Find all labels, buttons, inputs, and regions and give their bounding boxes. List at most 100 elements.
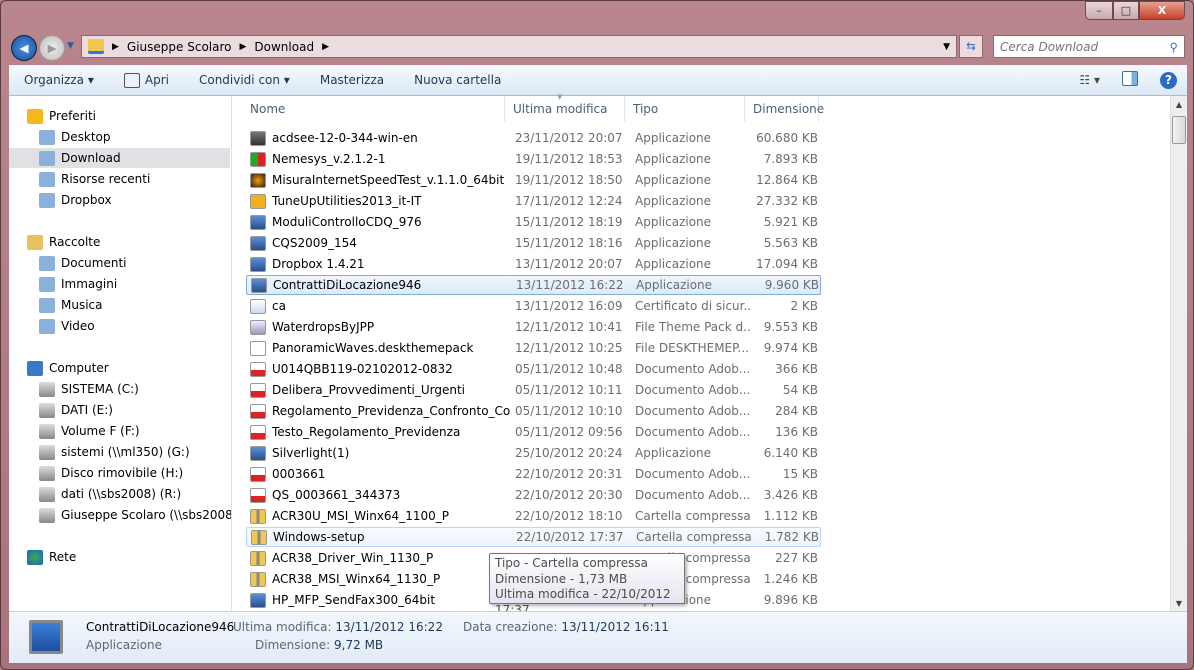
file-name: Delibera_Provvedimenti_Urgenti [272, 383, 466, 397]
file-row[interactable]: PanoramicWaves.deskthemepack 12/11/2012 1… [246, 338, 821, 358]
back-button[interactable]: ◀ [11, 35, 37, 61]
nav-item-risorse-recenti[interactable]: Risorse recenti [9, 169, 230, 189]
item-musica-icon [39, 297, 55, 313]
nav-item-immagini[interactable]: Immagini [9, 274, 230, 294]
maximize-button[interactable]: □ [1113, 1, 1139, 20]
file-row[interactable]: Silverlight(1) 25/10/2012 20:24 Applicazio… [246, 443, 821, 463]
search-box[interactable]: ⚲ [993, 35, 1185, 58]
item-download-icon [39, 150, 55, 166]
nav-item-dati-e[interactable]: DATI (E:) [9, 400, 230, 420]
recent-pages-dropdown[interactable]: ▼ [67, 41, 74, 51]
navigation-pane: Preferiti Desktop Download Risorse recenti D… [9, 96, 232, 611]
forward-button[interactable]: ▶ [39, 35, 65, 61]
file-date: 19/11/2012 18:53 [515, 152, 623, 166]
file-size: 2 KB [790, 299, 818, 313]
nav-favorites[interactable]: Preferiti [9, 106, 230, 126]
forward-arrow-icon: ▶ [47, 41, 57, 55]
file-size: 17.094 KB [756, 257, 818, 271]
file-row[interactable]: ContrattiDiLocazione946 13/11/2012 16:22 A… [246, 275, 821, 295]
organize-button[interactable]: Organizza ▾ [9, 73, 109, 87]
file-name: PanoramicWaves.deskthemepack [272, 341, 474, 355]
nav-item-dropbox[interactable]: Dropbox [9, 190, 230, 210]
file-row[interactable]: Nemesys_v.2.1.2-1 19/11/2012 18:53 Applica… [246, 149, 821, 169]
nav-item-dati-sbs2008-r[interactable]: dati (\\sbs2008) (R:) [9, 484, 230, 504]
nav-item-disco-rimovibile-h[interactable]: Disco rimovibile (H:) [9, 463, 230, 483]
nav-item-giuseppe-scolaro-sbs2008-users[interactable]: Giuseppe Scolaro (\\sbs2008\users) [9, 505, 231, 525]
open-label: Apri [144, 73, 169, 87]
file-name-cell: Silverlight(1) [246, 445, 510, 461]
address-dropdown-icon[interactable]: ▼ [943, 42, 950, 52]
nav-label: Computer [49, 361, 109, 375]
help-button[interactable]: ? [1150, 71, 1187, 89]
nav-label: Disco rimovibile (H:) [61, 466, 184, 480]
file-row[interactable]: Windows-setup 22/10/2012 17:37 Cartella co… [246, 527, 821, 547]
file-name-cell: Testo_Regolamento_Previdenza [246, 424, 510, 440]
file-row[interactable]: MisuraInternetSpeedTest_v.1.1.0_64bit 19/… [246, 170, 821, 190]
nav-item-sistema-c[interactable]: SISTEMA (C:) [9, 379, 230, 399]
search-icon[interactable]: ⚲ [1170, 40, 1178, 54]
nav-item-volume-f-f[interactable]: Volume F (F:) [9, 421, 230, 441]
scroll-up-icon[interactable]: ▲ [1171, 96, 1187, 109]
file-row[interactable]: CQS2009_154 15/11/2012 18:16 Applicazione 5… [246, 233, 821, 253]
file-name-cell: 0003661 [246, 466, 510, 482]
close-button[interactable]: X [1139, 1, 1185, 20]
file-name-cell: acdsee-12-0-344-win-en [246, 130, 510, 146]
search-input[interactable] [1000, 39, 1160, 54]
file-row[interactable]: Regolamento_Previdenza_Confronto_Co... 05… [246, 401, 821, 421]
file-size: 60.680 KB [756, 131, 818, 145]
file-row[interactable]: U014QBB119-02102012-0832 05/11/2012 10:48… [246, 359, 821, 379]
tooltip-type: Tipo - Cartella compressa [495, 556, 648, 570]
file-name: ca [272, 299, 286, 313]
file-row[interactable]: TuneUpUtilities2013_it-IT 17/11/2012 12:2… [246, 191, 821, 211]
scrollbar-thumb[interactable] [1172, 116, 1186, 144]
file-row[interactable]: ModuliControlloCDQ_976 15/11/2012 18:19 Ap… [246, 212, 821, 232]
file-row[interactable]: acdsee-12-0-344-win-en 23/11/2012 20:07 Ap… [246, 128, 821, 148]
vertical-scrollbar[interactable]: ▲ ▼ [1170, 96, 1187, 611]
file-row[interactable]: 0003661 22/10/2012 20:31 Documento Adob...… [246, 464, 821, 484]
file-date: 05/11/2012 10:10 [515, 404, 623, 418]
scroll-down-icon[interactable]: ▼ [1171, 599, 1187, 608]
breadcrumb-download[interactable]: Download [254, 40, 314, 54]
open-button[interactable]: Apri [109, 72, 184, 88]
refresh-button[interactable]: ⇆ [959, 35, 983, 58]
details-modified-value: 13/11/2012 16:22 [335, 620, 443, 634]
preview-pane-button[interactable] [1110, 71, 1150, 89]
minimize-button[interactable]: – [1085, 1, 1113, 20]
new-folder-button[interactable]: Nuova cartella [399, 73, 516, 87]
file-row[interactable]: Dropbox 1.4.21 13/11/2012 20:07 Applicazio… [246, 254, 821, 274]
file-row[interactable]: Delibera_Provvedimenti_Urgenti 05/11/2012… [246, 380, 821, 400]
nav-item-video[interactable]: Video [9, 316, 230, 336]
column-header-size[interactable]: Dimensione [745, 96, 824, 122]
column-header-type[interactable]: Tipo [625, 96, 745, 122]
file-date: 22/10/2012 17:37 [516, 530, 624, 544]
zip-file-icon [250, 508, 266, 524]
nav-computer[interactable]: Computer [9, 358, 230, 378]
file-row[interactable]: ACR30U_MSI_Winx64_1100_P 22/10/2012 18:10… [246, 506, 821, 526]
breadcrumb-user[interactable]: Giuseppe Scolaro [127, 40, 232, 54]
app-file-icon [250, 130, 266, 146]
nav-item-documenti[interactable]: Documenti [9, 253, 230, 273]
view-options-button[interactable]: ☷ ▾ [1069, 73, 1110, 87]
pdf-file-icon [250, 382, 266, 398]
column-header-name[interactable]: Nome [242, 96, 505, 122]
nav-network[interactable]: Rete [9, 547, 230, 567]
file-name: TuneUpUtilities2013_it-IT [272, 194, 422, 208]
download-folder-icon [88, 39, 104, 54]
burn-button[interactable]: Masterizza [305, 73, 399, 87]
share-button[interactable]: Condividi con ▾ [184, 73, 305, 87]
file-row[interactable]: QS_0003661_344373 22/10/2012 20:30 Documen… [246, 485, 821, 505]
column-header-modified[interactable]: Ultima modifica ▼ [505, 93, 625, 122]
nav-libraries[interactable]: Raccolte [9, 232, 230, 252]
nav-item-musica[interactable]: Musica [9, 295, 230, 315]
file-name-cell: MisuraInternetSpeedTest_v.1.1.0_64bit [246, 172, 510, 188]
setup-file-icon [250, 445, 266, 461]
file-row[interactable]: ca 13/11/2012 16:09 Certificato di sicur..… [246, 296, 821, 316]
nav-item-download[interactable]: Download [9, 148, 230, 168]
file-row[interactable]: Testo_Regolamento_Previdenza 05/11/2012 0… [246, 422, 821, 442]
address-bar[interactable]: ▶ Giuseppe Scolaro ▶ Download ▶ ▼ [81, 35, 957, 58]
nav-item-desktop[interactable]: Desktop [9, 127, 230, 147]
nav-item-sistemi-ml350-g[interactable]: sistemi (\\ml350) (G:) [9, 442, 230, 462]
breadcrumb-separator-icon[interactable]: ▶ [322, 42, 329, 52]
file-row[interactable]: WaterdropsByJPP 12/11/2012 10:41 File Them… [246, 317, 821, 337]
refresh-icon: ⇆ [966, 39, 976, 53]
